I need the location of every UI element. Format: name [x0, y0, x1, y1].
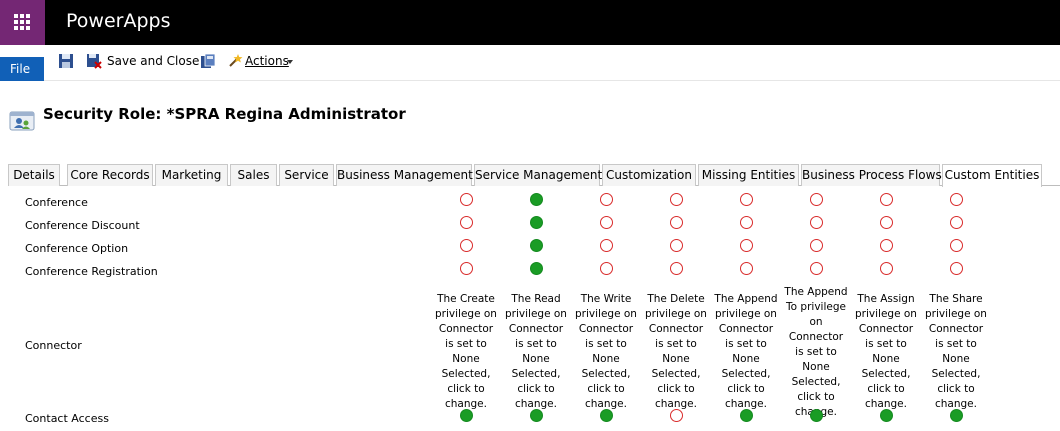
tab-details[interactable]: Details: [8, 164, 60, 186]
privilege-none-icon[interactable]: [670, 216, 683, 229]
privilege-none-icon[interactable]: [670, 262, 683, 275]
privilege-none-icon[interactable]: [810, 239, 823, 252]
assign-privilege-text[interactable]: The Assign privilege on Connector is set…: [854, 292, 918, 412]
privilege-organization-icon[interactable]: [530, 193, 543, 206]
privilege-organization-icon[interactable]: [530, 262, 543, 275]
actions-button[interactable]: Actions: [245, 54, 289, 68]
append-privilege-text[interactable]: The Append privilege on Connector is set…: [714, 292, 778, 412]
app-name[interactable]: PowerApps: [66, 10, 170, 32]
privilege-none-icon[interactable]: [880, 262, 893, 275]
tab-custom-entities[interactable]: Custom Entities: [942, 164, 1042, 187]
page-title: Security Role: *SPRA Regina Administrato…: [43, 105, 406, 123]
write-privilege-text[interactable]: The Write privilege on Connector is set …: [574, 292, 638, 412]
command-bar: File Save and Close Actions: [0, 45, 1060, 81]
privilege-organization-icon[interactable]: [740, 409, 753, 422]
save-and-close-icon[interactable]: [86, 53, 102, 69]
privilege-none-icon[interactable]: [810, 262, 823, 275]
tab-sales[interactable]: Sales: [230, 164, 277, 186]
entity-label: Conference Option: [25, 242, 129, 255]
tab-business-management[interactable]: Business Management: [336, 164, 473, 186]
share-privilege-text[interactable]: The Share privilege on Connector is set …: [924, 292, 988, 412]
privilege-none-icon[interactable]: [950, 262, 963, 275]
tab-service-management[interactable]: Service Management: [474, 164, 602, 186]
tab-strip: Details Core Records Marketing Sales Ser…: [8, 164, 1060, 187]
privilege-none-icon[interactable]: [670, 239, 683, 252]
privilege-none-icon[interactable]: [740, 262, 753, 275]
actions-icon[interactable]: [228, 53, 244, 69]
privilege-none-icon[interactable]: [950, 239, 963, 252]
privilege-organization-icon[interactable]: [810, 409, 823, 422]
privilege-none-icon[interactable]: [460, 262, 473, 275]
entity-label: Conference Discount: [25, 219, 140, 232]
privilege-none-icon[interactable]: [740, 239, 753, 252]
privilege-none-icon[interactable]: [740, 193, 753, 206]
privilege-none-icon[interactable]: [880, 216, 893, 229]
waffle-icon[interactable]: [0, 0, 45, 45]
tab-missing-entities[interactable]: Missing Entities: [698, 164, 799, 186]
privilege-organization-icon[interactable]: [880, 409, 893, 422]
privilege-organization-icon[interactable]: [530, 216, 543, 229]
privilege-none-icon[interactable]: [600, 239, 613, 252]
privilege-none-icon[interactable]: [670, 193, 683, 206]
read-privilege-text[interactable]: The Read privilege on Connector is set t…: [504, 292, 568, 412]
privilege-none-icon[interactable]: [600, 216, 613, 229]
copy-role-icon[interactable]: [200, 53, 216, 69]
entity-label: Conference: [25, 196, 88, 209]
privilege-organization-icon[interactable]: [460, 409, 473, 422]
save-icon[interactable]: [58, 53, 74, 69]
privilege-none-icon[interactable]: [810, 216, 823, 229]
tab-customization[interactable]: Customization: [602, 164, 696, 186]
privilege-none-icon[interactable]: [670, 409, 683, 422]
tab-service[interactable]: Service: [279, 164, 334, 186]
privilege-none-icon[interactable]: [950, 193, 963, 206]
privilege-none-icon[interactable]: [600, 193, 613, 206]
privilege-organization-icon[interactable]: [530, 409, 543, 422]
privilege-organization-icon[interactable]: [950, 409, 963, 422]
privilege-organization-icon[interactable]: [530, 239, 543, 252]
privilege-none-icon[interactable]: [880, 193, 893, 206]
save-and-close-button[interactable]: Save and Close: [107, 54, 199, 68]
tab-core-records[interactable]: Core Records: [67, 164, 153, 186]
top-bar: PowerApps: [0, 0, 1060, 45]
privilege-none-icon[interactable]: [740, 216, 753, 229]
append-to-privilege-text[interactable]: The Append To privilege on Connector is …: [784, 285, 848, 420]
privilege-none-icon[interactable]: [880, 239, 893, 252]
privilege-none-icon[interactable]: [810, 193, 823, 206]
tab-business-process-flows[interactable]: Business Process Flows: [801, 164, 942, 186]
tab-marketing[interactable]: Marketing: [155, 164, 228, 186]
chevron-down-icon[interactable]: [287, 60, 293, 64]
privilege-none-icon[interactable]: [460, 193, 473, 206]
security-role-icon: [9, 111, 35, 131]
privilege-none-icon[interactable]: [460, 239, 473, 252]
privilege-none-icon[interactable]: [950, 216, 963, 229]
privilege-organization-icon[interactable]: [600, 409, 613, 422]
create-privilege-text[interactable]: The Create privilege on Connector is set…: [434, 292, 498, 412]
privilege-none-icon[interactable]: [460, 216, 473, 229]
entity-label: Connector: [25, 339, 82, 352]
entity-label: Conference Registration: [25, 265, 158, 278]
delete-privilege-text[interactable]: The Delete privilege on Connector is set…: [644, 292, 708, 412]
entity-label: Contact Access: [25, 412, 109, 425]
file-button[interactable]: File: [0, 57, 44, 81]
privilege-none-icon[interactable]: [600, 262, 613, 275]
